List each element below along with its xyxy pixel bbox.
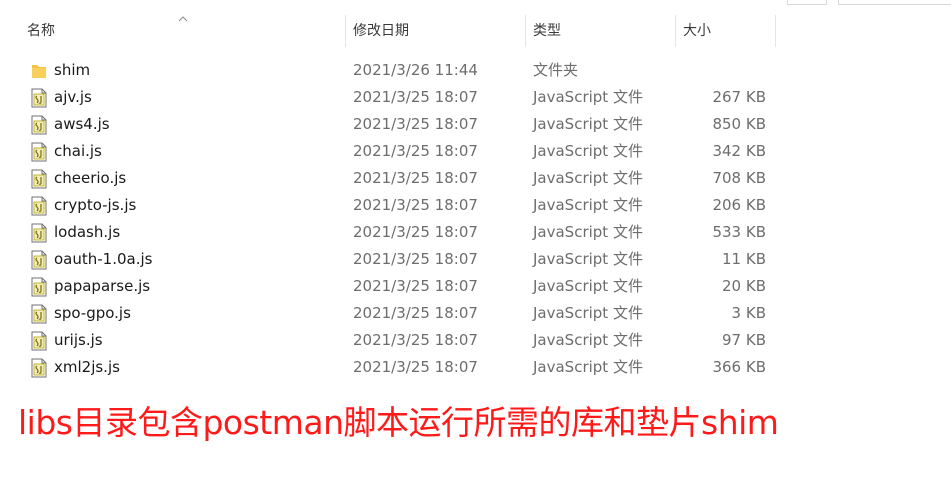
file-size: 366 KB: [712, 358, 766, 376]
js-file-icon: [30, 277, 48, 297]
file-size: 533 KB: [712, 223, 766, 241]
file-date: 2021/3/26 11:44: [353, 61, 478, 79]
file-type: JavaScript 文件: [533, 277, 643, 295]
js-file-icon: [30, 250, 48, 270]
file-name: ajv.js: [54, 88, 92, 106]
file-name: chai.js: [54, 142, 102, 160]
js-file-icon: [30, 88, 48, 108]
file-type: JavaScript 文件: [533, 304, 643, 322]
file-date: 2021/3/25 18:07: [353, 250, 478, 268]
js-file-icon: [30, 331, 48, 351]
file-name: lodash.js: [54, 223, 121, 241]
js-file-icon: [30, 169, 48, 189]
file-row[interactable]: spo-gpo.js 2021/3/25 18:07 JavaScript 文件 3 …: [0, 300, 951, 327]
file-date: 2021/3/25 18:07: [353, 304, 478, 322]
js-file-icon: [30, 196, 48, 216]
file-date: 2021/3/25 18:07: [353, 358, 478, 376]
file-size: 20 KB: [722, 277, 766, 295]
column-header-type[interactable]: 类型: [533, 15, 673, 47]
file-list: shim 2021/3/26 11:44 文件夹 ajv.js 2021/3/25 18…: [0, 57, 951, 381]
file-row[interactable]: ajv.js 2021/3/25 18:07 JavaScript 文件 267 KB: [0, 84, 951, 111]
file-size: 3 KB: [731, 304, 766, 322]
file-row[interactable]: shim 2021/3/26 11:44 文件夹: [0, 57, 951, 84]
file-name: oauth-1.0a.js: [54, 250, 153, 268]
column-header-size[interactable]: 大小: [683, 15, 773, 47]
file-size: 342 KB: [712, 142, 766, 160]
file-row[interactable]: urijs.js 2021/3/25 18:07 JavaScript 文件 97 K…: [0, 327, 951, 354]
file-type: JavaScript 文件: [533, 88, 643, 106]
file-size: 206 KB: [712, 196, 766, 214]
file-date: 2021/3/25 18:07: [353, 169, 478, 187]
file-date: 2021/3/25 18:07: [353, 196, 478, 214]
file-name: shim: [54, 61, 91, 79]
file-type: JavaScript 文件: [533, 196, 643, 214]
column-divider[interactable]: [345, 15, 346, 47]
file-date: 2021/3/25 18:07: [353, 142, 478, 160]
file-name: urijs.js: [54, 331, 103, 349]
file-size: 708 KB: [712, 169, 766, 187]
js-file-icon: [30, 304, 48, 324]
annotation-caption: libs目录包含postman脚本运行所需的库和垫片shim: [18, 403, 779, 442]
file-type: JavaScript 文件: [533, 169, 643, 187]
toolbar-button-edge[interactable]: [787, 0, 827, 5]
file-row[interactable]: lodash.js 2021/3/25 18:07 JavaScript 文件 533…: [0, 219, 951, 246]
file-type: JavaScript 文件: [533, 331, 643, 349]
js-file-icon: [30, 223, 48, 243]
file-type: JavaScript 文件: [533, 250, 643, 268]
file-name: aws4.js: [54, 115, 110, 133]
column-divider[interactable]: [525, 15, 526, 47]
file-size: 97 KB: [722, 331, 766, 349]
file-type: JavaScript 文件: [533, 142, 643, 160]
file-row[interactable]: crypto-js.js 2021/3/25 18:07 JavaScript 文件…: [0, 192, 951, 219]
folder-icon: [30, 61, 48, 81]
file-size: 267 KB: [712, 88, 766, 106]
column-divider[interactable]: [675, 15, 676, 47]
file-date: 2021/3/25 18:07: [353, 277, 478, 295]
file-name: xml2js.js: [54, 358, 120, 376]
file-row[interactable]: papaparse.js 2021/3/25 18:07 JavaScript 文件…: [0, 273, 951, 300]
search-box-edge[interactable]: [838, 0, 951, 5]
file-row[interactable]: chai.js 2021/3/25 18:07 JavaScript 文件 342 K…: [0, 138, 951, 165]
file-row[interactable]: oauth-1.0a.js 2021/3/25 18:07 JavaScript 文…: [0, 246, 951, 273]
file-date: 2021/3/25 18:07: [353, 331, 478, 349]
file-name: spo-gpo.js: [54, 304, 131, 322]
file-date: 2021/3/25 18:07: [353, 115, 478, 133]
file-row[interactable]: aws4.js 2021/3/25 18:07 JavaScript 文件 850 K…: [0, 111, 951, 138]
file-name: crypto-js.js: [54, 196, 137, 214]
file-type: JavaScript 文件: [533, 223, 643, 241]
file-type: JavaScript 文件: [533, 115, 643, 133]
file-size: 850 KB: [712, 115, 766, 133]
file-date: 2021/3/25 18:07: [353, 88, 478, 106]
file-name: cheerio.js: [54, 169, 127, 187]
column-header-bar: 名称 修改日期 类型 大小: [0, 15, 951, 47]
file-row[interactable]: cheerio.js 2021/3/25 18:07 JavaScript 文件 70…: [0, 165, 951, 192]
file-name: papaparse.js: [54, 277, 151, 295]
file-type: 文件夹: [533, 61, 579, 79]
js-file-icon: [30, 115, 48, 135]
top-toolbar-edge: [0, 0, 951, 5]
column-divider[interactable]: [775, 15, 776, 47]
js-file-icon: [30, 142, 48, 162]
file-date: 2021/3/25 18:07: [353, 223, 478, 241]
column-header-date[interactable]: 修改日期: [353, 15, 523, 47]
file-type: JavaScript 文件: [533, 358, 643, 376]
js-file-icon: [30, 358, 48, 378]
file-row[interactable]: xml2js.js 2021/3/25 18:07 JavaScript 文件 366…: [0, 354, 951, 381]
file-size: 11 KB: [722, 250, 766, 268]
column-header-name[interactable]: 名称: [27, 15, 342, 47]
